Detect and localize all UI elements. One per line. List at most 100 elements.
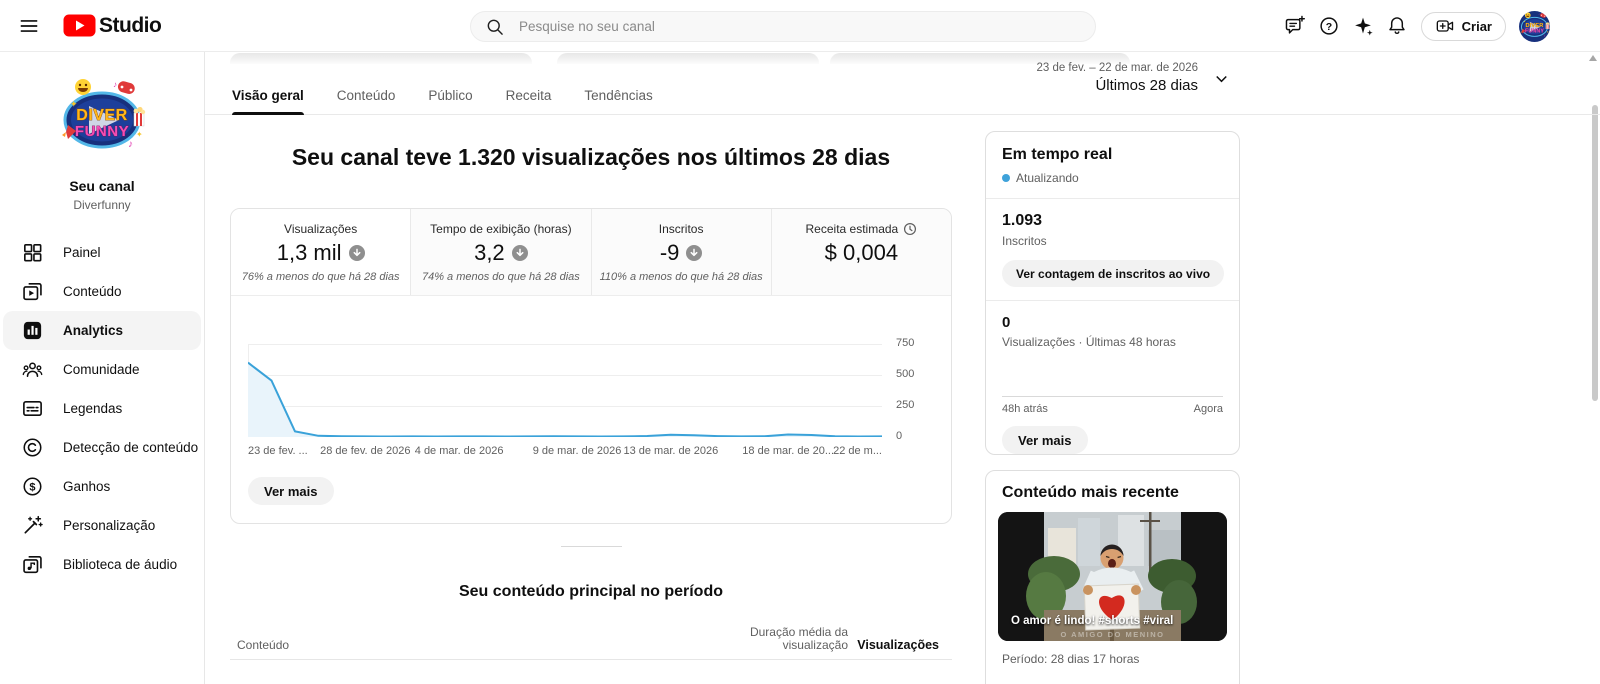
- pending-clock-icon: [904, 222, 917, 236]
- column-header-duracao-media[interactable]: Duração média da visualização: [718, 626, 848, 652]
- notifications-button[interactable]: [1380, 9, 1414, 43]
- sidebar-item-comunidade[interactable]: Comunidade: [0, 350, 204, 389]
- create-button[interactable]: Criar: [1420, 11, 1506, 41]
- metric-row: Visualizações 1,3 mil 76% a menos do que…: [231, 209, 951, 296]
- x-axis-tick: 18 de mar. de 20...: [742, 445, 835, 457]
- recent-content-card: Conteúdo mais recente O amor é lindo! #s…: [985, 470, 1240, 684]
- divider: [986, 198, 1239, 199]
- audio-library-icon: [23, 556, 42, 574]
- topbar-actions: ? Criar: [1278, 0, 1550, 52]
- sidebar-item-analytics[interactable]: Analytics: [3, 311, 201, 350]
- sidebar-item-biblioteca-de-audio[interactable]: Biblioteca de áudio: [0, 545, 204, 584]
- sidebar-item-deteccao-de-conteudo[interactable]: Detecção de conteúdo: [0, 428, 204, 467]
- feedback-comment-icon: [1285, 15, 1305, 34]
- tab-conteudo[interactable]: Conteúdo: [337, 88, 396, 115]
- trend-down-icon: [511, 245, 528, 261]
- sidebar-item-painel[interactable]: Painel: [0, 233, 204, 272]
- y-axis-tick: 250: [896, 399, 915, 411]
- divider: [986, 300, 1239, 301]
- sidebar-item-label: Biblioteca de áudio: [63, 557, 178, 572]
- metric-label: Inscritos: [658, 222, 704, 236]
- metric-label: Tempo de exibição (horas): [430, 222, 572, 236]
- help-button[interactable]: ?: [1312, 9, 1346, 43]
- realtime-see-more-button[interactable]: Ver mais: [1002, 426, 1088, 454]
- recent-content-period: Período: 28 dias 17 horas: [1002, 652, 1140, 666]
- x-axis-tick: 4 de mar. de 2026: [414, 445, 504, 457]
- youtube-studio-logo[interactable]: Studio: [63, 13, 162, 38]
- sidebar-item-label: Analytics: [63, 323, 124, 338]
- sidebar-nav: Painel Conteúdo Analytics Comunidade Leg…: [0, 233, 204, 584]
- hamburger-menu-button[interactable]: [16, 13, 42, 39]
- views-chart-svg: [248, 361, 882, 437]
- dollar-icon: $: [23, 477, 42, 496]
- realtime-subscribers-value: 1.093: [1002, 212, 1043, 229]
- date-range-preset: Últimos 28 dias: [1095, 77, 1198, 94]
- views-chart: [248, 336, 882, 437]
- sidebar-item-ganhos[interactable]: $ Ganhos: [0, 467, 204, 506]
- channel-header: Seu canal Diverfunny: [0, 52, 204, 212]
- tab-publico[interactable]: Público: [428, 88, 472, 115]
- sidebar-item-conteudo[interactable]: Conteúdo: [0, 272, 204, 311]
- recent-content-title: Conteúdo mais recente: [1002, 484, 1179, 501]
- realtime-status-label: Atualizando: [1016, 171, 1079, 185]
- overview-headline: Seu canal teve 1.320 visualizações nos ú…: [291, 144, 891, 170]
- metric-value: $ 0,004: [824, 240, 899, 265]
- y-axis-tick: 500: [896, 368, 915, 380]
- brand-text: Studio: [99, 13, 162, 37]
- date-range-picker[interactable]: 23 de fev. – 22 de mar. de 2026 Últimos …: [1036, 62, 1231, 94]
- y-axis-tick: 0: [896, 430, 903, 442]
- channel-avatar[interactable]: [58, 75, 146, 163]
- help-question-icon: ?: [1320, 17, 1338, 35]
- sidebar-item-legendas[interactable]: Legendas: [0, 389, 204, 428]
- metric-tempo-de-exibicao[interactable]: Tempo de exibição (horas) 3,2 74% a meno…: [410, 209, 591, 295]
- sidebar-item-label: Ganhos: [63, 479, 111, 494]
- account-avatar[interactable]: [1519, 10, 1550, 42]
- tab-tendencias[interactable]: Tendências: [584, 88, 652, 115]
- analytics-icon: [23, 321, 42, 340]
- search-input[interactable]: [517, 18, 1037, 35]
- scrollbar-thumb[interactable]: [1592, 105, 1598, 401]
- live-dot-icon: [1002, 174, 1010, 182]
- realtime-status: Atualizando: [1002, 171, 1223, 185]
- date-range-text: 23 de fev. – 22 de mar. de 2026 Últimos …: [1036, 62, 1198, 94]
- metric-value: -9: [659, 240, 680, 265]
- video-title-overlay: O amor é lindo! #shorts #viral: [1011, 615, 1174, 627]
- ai-sparkle-icon: [1354, 17, 1373, 36]
- metric-inscritos[interactable]: Inscritos -9 110% a menos do que há 28 d…: [590, 209, 771, 295]
- tab-visao-geral[interactable]: Visão geral: [232, 88, 304, 115]
- create-video-plus-icon: [1436, 20, 1453, 32]
- realtime-title: Em tempo real: [1002, 146, 1113, 163]
- metric-receita-estimada[interactable]: Receita estimada $ 0,004: [770, 209, 951, 295]
- see-more-button[interactable]: Ver mais: [248, 477, 334, 505]
- sidebar-item-label: Comunidade: [63, 362, 140, 377]
- account-avatar-image: [1519, 11, 1550, 38]
- analytics-tabs: Visão geral Conteúdo Público Receita Ten…: [232, 52, 653, 115]
- realtime-subscribers-label: Inscritos: [1002, 234, 1047, 248]
- recent-video-thumbnail[interactable]: O amor é lindo! #shorts #viral O AMIGO D…: [998, 512, 1227, 641]
- youtube-studio-app: DIVER FUNNY ♪ ♪ ✦ ✦: [0, 0, 1600, 684]
- metric-value: 3,2: [474, 240, 505, 265]
- metric-value: 1,3 mil: [276, 240, 342, 265]
- realtime-card: Em tempo real Atualizando 1.093 Inscrito…: [985, 131, 1240, 455]
- search-icon: [487, 19, 503, 35]
- metric-visualizacoes[interactable]: Visualizações 1,3 mil 76% a menos do que…: [231, 209, 411, 295]
- metric-delta: 110% a menos do que há 28 dias: [599, 271, 763, 283]
- channel-handle: Diverfunny: [73, 198, 131, 212]
- sidebar-item-personalizacao[interactable]: Personalização: [0, 506, 204, 545]
- x-axis-tick: 13 de mar. de 2026: [623, 445, 719, 457]
- feedback-button[interactable]: [1278, 9, 1312, 43]
- sidebar-item-label: Conteúdo: [63, 284, 122, 299]
- column-header-visualizacoes[interactable]: Visualizações: [857, 638, 939, 652]
- tab-receita[interactable]: Receita: [506, 88, 552, 115]
- channel-name: Seu canal: [69, 178, 135, 194]
- live-subscriber-count-button[interactable]: Ver contagem de inscritos ao vivo: [1002, 260, 1225, 287]
- notifications-bell-icon: [1388, 17, 1405, 34]
- x-axis-tick: 9 de mar. de 2026: [532, 445, 622, 457]
- subtitles-icon: [23, 400, 42, 417]
- ai-sparkle-button[interactable]: [1346, 9, 1380, 43]
- sidebar-item-label: Personalização: [63, 518, 156, 533]
- youtube-play-icon: [63, 14, 96, 37]
- metric-label: Visualizações: [284, 222, 358, 236]
- x-axis-ticks: 23 de fev. ... 28 de fev. de 2026 4 de m…: [248, 445, 882, 459]
- key-metrics-card: Visualizações 1,3 mil 76% a menos do que…: [230, 208, 952, 524]
